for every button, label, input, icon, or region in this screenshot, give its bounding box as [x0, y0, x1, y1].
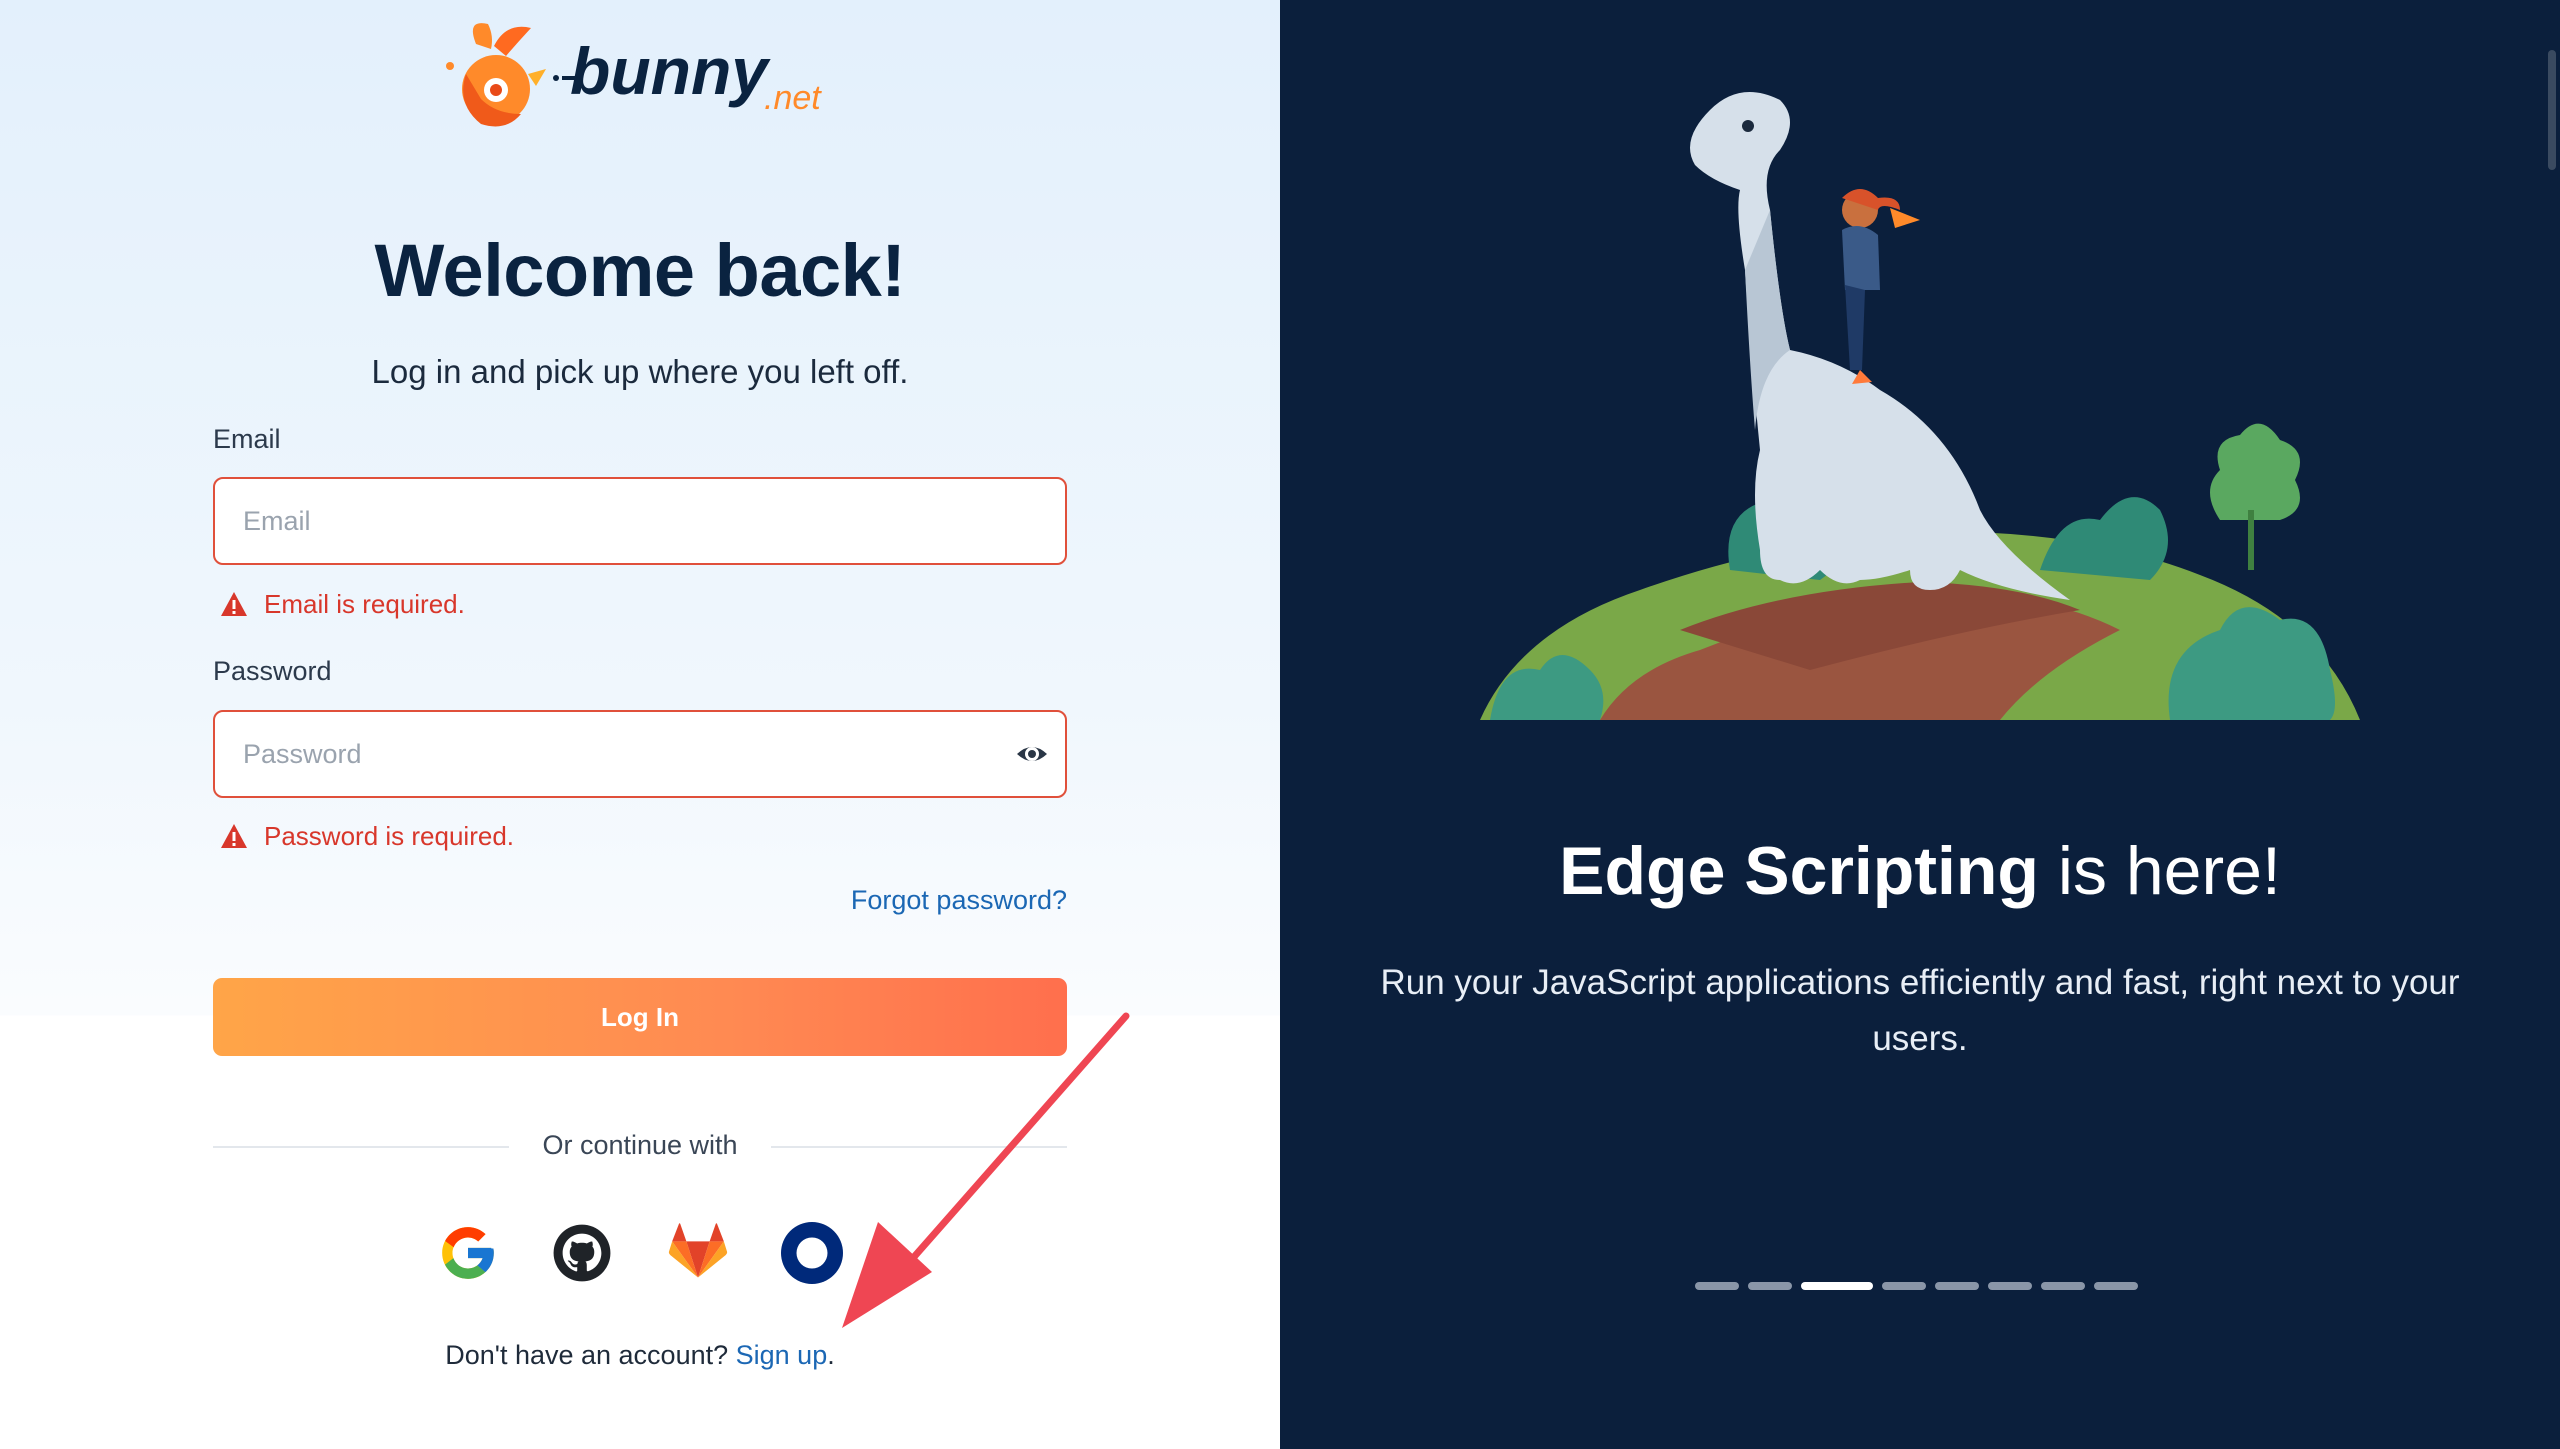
email-placeholder: Email — [243, 506, 311, 536]
carousel-dot-8[interactable] — [2094, 1282, 2138, 1290]
email-label: Email — [213, 424, 281, 454]
login-panel: bunny .net Welcome back! Log in and pick… — [0, 0, 1280, 1449]
bunny-logo-mark — [446, 23, 546, 127]
brand-name: bunny — [570, 34, 771, 108]
password-placeholder: Password — [243, 739, 362, 769]
carousel-indicators — [1695, 1282, 2138, 1290]
promo-headline: Edge Scripting is here! — [1280, 832, 2560, 910]
github-icon — [553, 1224, 611, 1282]
email-error: Email is required. — [220, 586, 465, 622]
signup-prompt: Don't have an account? Sign up. — [0, 1340, 1280, 1371]
dinosaur-illustration — [1480, 92, 2360, 720]
signup-link[interactable]: Sign up — [736, 1340, 828, 1370]
carousel-dot-3-active[interactable] — [1801, 1282, 1873, 1290]
carousel-dot-1[interactable] — [1695, 1282, 1739, 1290]
forgot-password-link[interactable]: Forgot password? — [851, 885, 1067, 916]
password-error-text: Password is required. — [264, 820, 514, 851]
annotation-arrow — [842, 1012, 1130, 1328]
promo-panel: Edge Scripting is here! Run your JavaScr… — [1280, 0, 2560, 1449]
carousel-dot-4[interactable] — [1882, 1282, 1926, 1290]
okta-login-button[interactable] — [781, 1222, 843, 1284]
carousel-dot-2[interactable] — [1748, 1282, 1792, 1290]
page-title: Welcome back! — [374, 229, 906, 312]
show-password-eye-icon[interactable] — [1015, 738, 1049, 770]
google-login-button[interactable] — [437, 1222, 499, 1284]
or-continue-label: Or continue with — [542, 1130, 738, 1160]
promo-headline-rest: is here! — [2038, 833, 2281, 909]
gitlab-icon — [668, 1223, 728, 1278]
email-error-text: Email is required. — [264, 588, 465, 619]
carousel-dot-6[interactable] — [1988, 1282, 2032, 1290]
warning-icon — [221, 592, 247, 616]
github-login-button[interactable] — [551, 1222, 613, 1284]
google-icon — [442, 1227, 494, 1279]
gitlab-login-button[interactable] — [667, 1222, 729, 1284]
brand-tld: .net — [764, 79, 822, 117]
promo-headline-bold: Edge Scripting — [1559, 833, 2039, 909]
promo-description: Run your JavaScript applications efficie… — [1380, 963, 2460, 1058]
signup-suffix: . — [827, 1340, 835, 1370]
password-label: Password — [213, 656, 332, 686]
login-button[interactable]: Log In — [213, 978, 1067, 1056]
okta-icon — [781, 1222, 843, 1284]
carousel-dot-5[interactable] — [1935, 1282, 1979, 1290]
warning-icon — [221, 824, 247, 848]
bunny-net-logo[interactable]: bunny .net — [436, 14, 846, 134]
page-subtitle: Log in and pick up where you left off. — [371, 353, 909, 390]
signup-question: Don't have an account? — [445, 1340, 729, 1370]
password-field[interactable]: Password — [213, 710, 1067, 798]
carousel-dot-7[interactable] — [2041, 1282, 2085, 1290]
password-error: Password is required. — [220, 818, 514, 854]
scrollbar[interactable] — [2548, 50, 2556, 170]
email-field[interactable]: Email — [213, 477, 1067, 565]
